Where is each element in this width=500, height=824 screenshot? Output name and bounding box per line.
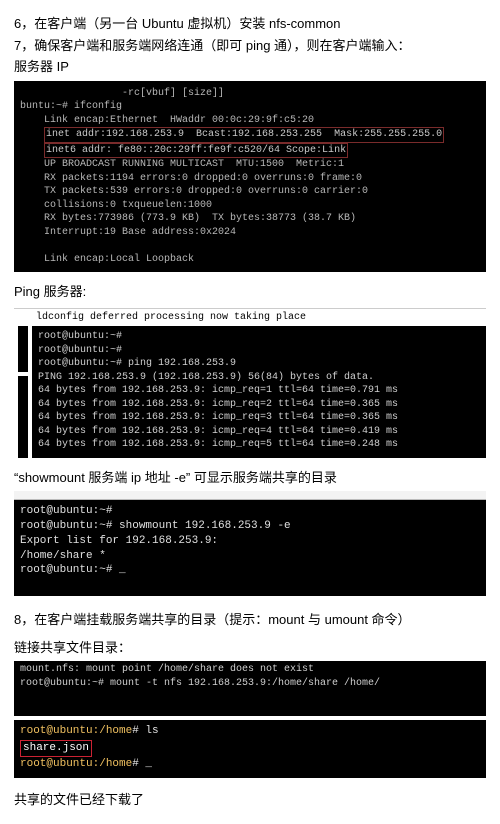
ping-line: 64 bytes from 192.168.253.9: icmp_req=4 … [38,426,398,437]
ping-label: Ping 服务器: [14,282,486,302]
terminal-ping: root@ubuntu:~# root@ubuntu:~# root@ubunt… [14,326,486,458]
ping-line: root@ubuntu:~# [38,331,122,342]
step-6-text: 6，在客户端（另一台 Ubuntu 虚拟机）安装 nfs-common [14,14,486,34]
showmount-line: root@ubuntu:~# [20,505,112,517]
showmount-line: root@ubuntu:~# _ [20,564,126,576]
ifconfig-line: RX packets:1194 errors:0 dropped:0 overr… [20,173,362,184]
showmount-line: Export list for 192.168.253.9: [20,535,218,547]
prompt-user: root@ubuntu [20,758,93,770]
ifconfig-line: Link encap:Ethernet HWaddr 00:0c:29:9f:c… [20,115,314,126]
ifconfig-line: Interrupt:19 Base address:0x2024 [20,227,236,238]
ping-line: 64 bytes from 192.168.253.9: icmp_req=1 … [38,385,398,396]
mount-line: root@ubuntu:~# mount -t nfs 192.168.253.… [20,678,380,689]
ls-file-highlight: share.json [20,740,92,757]
ifconfig-line: TX packets:539 errors:0 dropped:0 overru… [20,186,368,197]
link-label: 链接共享文件目录： [14,638,486,658]
terminal-mount: mount.nfs: mount point /home/share does … [14,661,486,716]
prompt-path: :/home [93,758,133,770]
ping-line: root@ubuntu:~# [38,345,122,356]
ifconfig-line: buntu:~# ifconfig [20,101,122,112]
ping-line: 64 bytes from 192.168.253.9: icmp_req=2 … [38,399,398,410]
ifconfig-line: Link encap:Local Loopback [20,254,194,265]
showmount-label: “showmount 服务端 ip 地址 -e” 可显示服务端共享的目录 [14,468,486,488]
ls-cmd: # ls [132,725,158,737]
ping-line: 64 bytes from 192.168.253.9: icmp_req=5 … [38,439,398,450]
step-8-text: 8，在客户端挂载服务端共享的目录（提示：mount 与 umount 命令） [14,610,486,630]
server-ip-label: 服务器 IP [14,57,486,77]
prompt-user: root@ubuntu [20,725,93,737]
ifconfig-inet-highlight: inet addr:192.168.253.9 Bcast:192.168.25… [44,127,444,143]
mount-line: mount.nfs: mount point /home/share does … [20,664,314,675]
prompt-path: :/home [93,725,133,737]
ping-line: PING 192.168.253.9 (192.168.253.9) 56(84… [38,372,374,383]
ifconfig-line: UP BROADCAST RUNNING MULTICAST MTU:1500 … [20,159,344,170]
terminal-ping-header: ldconfig deferred processing now taking … [14,308,486,327]
done-label: 共享的文件已经下载了 [14,790,486,810]
terminal-ifconfig: -rc[vbuf] [size]] buntu:~# ifconfig Link… [14,81,486,273]
ping-line: 64 bytes from 192.168.253.9: icmp_req=3 … [38,412,398,423]
terminal-ls: root@ubuntu:/home# ls share.json root@ub… [14,720,486,778]
ls-cmd: # _ [132,758,152,770]
ping-line: root@ubuntu:~# ping 192.168.253.9 [38,358,236,369]
ifconfig-line: collisions:0 txqueuelen:1000 [20,200,212,211]
terminal-showmount: root@ubuntu:~# root@ubuntu:~# showmount … [14,500,486,596]
terminal-titlebar [14,491,486,500]
step-7-text: 7，确保客户端和服务端网络连通（即可 ping 通），则在客户端输入： [14,36,486,56]
ifconfig-inet6-highlight: inet6 addr: fe80::20c:29ff:fe9f:c520/64 … [44,143,348,159]
showmount-line: /home/share * [20,550,106,562]
terminal-showmount-wrap: root@ubuntu:~# root@ubuntu:~# showmount … [14,491,486,596]
showmount-line: root@ubuntu:~# showmount 192.168.253.9 -… [20,520,291,532]
ifconfig-line: -rc[vbuf] [size]] [20,88,224,99]
ifconfig-line: RX bytes:773986 (773.9 KB) TX bytes:3877… [20,213,356,224]
